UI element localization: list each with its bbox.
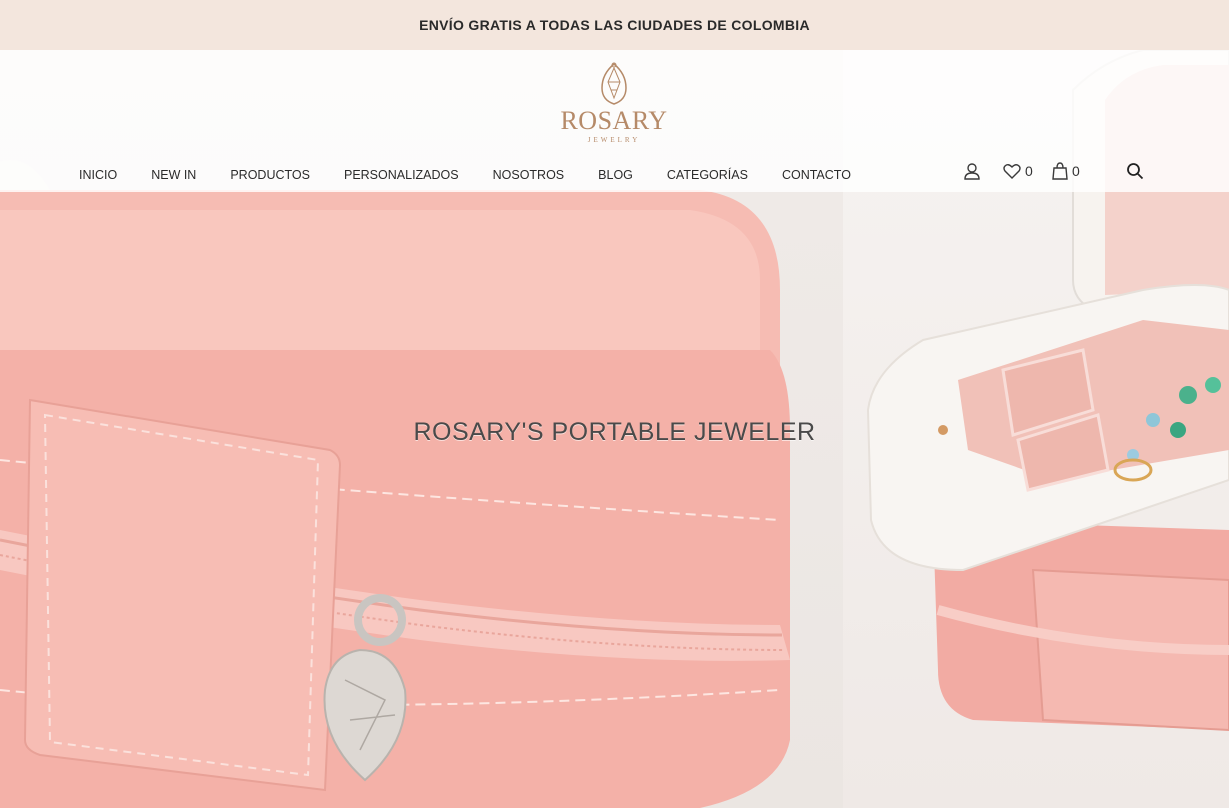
wishlist-count: 0 [1025, 163, 1033, 179]
nav-item-contacto[interactable]: CONTACTO [782, 163, 851, 187]
announcement-bar: ENVÍO GRATIS A TODAS LAS CIUDADES DE COL… [0, 0, 1229, 50]
heart-icon [1003, 164, 1021, 179]
nav-item-categorias[interactable]: CATEGORÍAS [667, 163, 748, 187]
brand-subtitle: JEWELRY [587, 136, 641, 144]
nav-item-personalizados[interactable]: PERSONALIZADOS [344, 163, 459, 187]
nav-item-productos[interactable]: PRODUCTOS [230, 163, 310, 187]
announcement-text: ENVÍO GRATIS A TODAS LAS CIUDADES DE COL… [419, 17, 810, 33]
cart-count: 0 [1072, 163, 1080, 179]
brand-name: ROSARY [560, 106, 668, 135]
bag-icon [1052, 162, 1068, 180]
nav-item-new-in[interactable]: NEW IN [151, 163, 196, 187]
nav-item-blog[interactable]: BLOG [598, 163, 633, 187]
search-button[interactable] [1126, 158, 1144, 184]
cart-button[interactable]: 0 [1052, 158, 1080, 184]
nav-item-inicio[interactable]: INICIO [79, 163, 117, 187]
brand-logo[interactable]: ROSARY JEWELRY [560, 62, 668, 146]
wishlist-button[interactable]: 0 [1003, 158, 1033, 184]
account-button[interactable] [963, 158, 981, 184]
nav-item-nosotros[interactable]: NOSOTROS [493, 163, 565, 187]
main-navigation: INICIO NEW IN PRODUCTOS PERSONALIZADOS N… [79, 163, 885, 187]
rosary-logo-icon [601, 62, 627, 105]
search-icon [1127, 163, 1144, 180]
hero-title[interactable]: ROSARY'S PORTABLE JEWELER [0, 418, 1229, 447]
user-icon [964, 163, 980, 180]
